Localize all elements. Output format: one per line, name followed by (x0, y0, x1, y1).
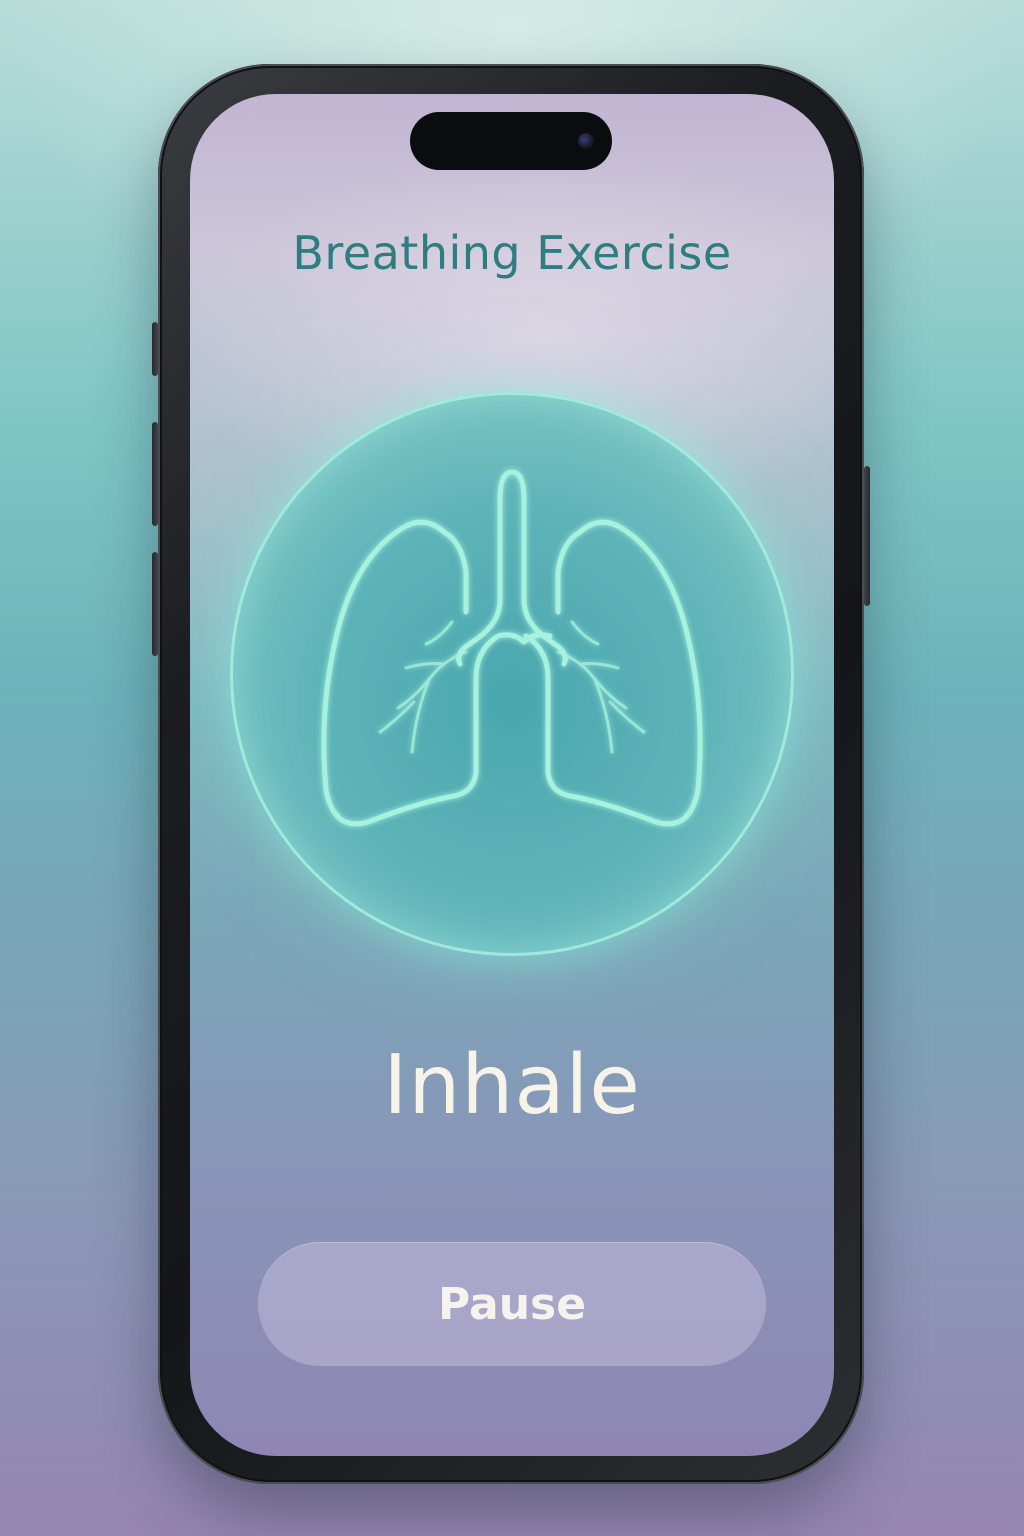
page-title: Breathing Exercise (292, 226, 732, 280)
front-camera-icon (578, 133, 594, 149)
breath-phase-label: Inhale (383, 1038, 641, 1133)
lungs-icon (321, 469, 703, 827)
pause-button[interactable]: Pause (258, 1242, 766, 1366)
breathing-orb (230, 392, 794, 956)
dynamic-island (410, 112, 612, 170)
power-button (864, 466, 870, 606)
phone-screen: Breathing Exercise Inhale Pause (190, 94, 834, 1456)
